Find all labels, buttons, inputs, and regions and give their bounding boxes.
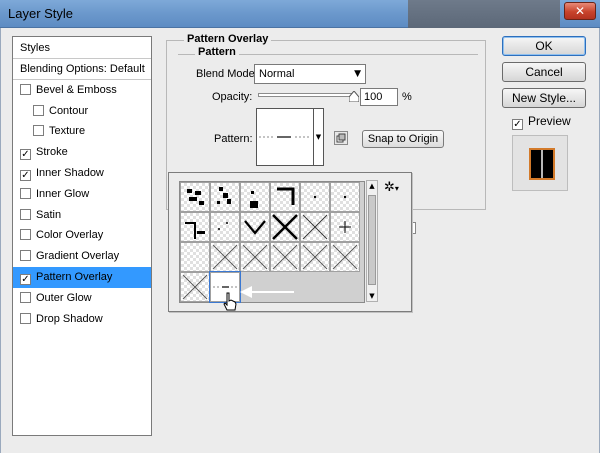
style-item-pattern-overlay[interactable]: ✓ Pattern Overlay bbox=[13, 266, 151, 288]
style-checkbox[interactable] bbox=[20, 83, 31, 95]
blend-mode-label: Blend Mode: bbox=[196, 68, 258, 80]
styles-header[interactable]: Styles bbox=[13, 37, 151, 59]
style-item-label: Outer Glow bbox=[36, 291, 92, 304]
style-item-satin[interactable]: Satin bbox=[13, 205, 151, 226]
chevron-down-icon: ▼ bbox=[354, 69, 361, 79]
arrow-left-icon bbox=[240, 286, 294, 298]
pattern-dropdown-arrow[interactable]: ▼ bbox=[314, 108, 324, 166]
style-checkbox[interactable] bbox=[20, 291, 31, 303]
pattern-section-title: Pattern bbox=[195, 46, 239, 58]
style-checkbox[interactable]: ✓ bbox=[20, 273, 31, 285]
close-button[interactable]: ✕ bbox=[564, 2, 596, 20]
pattern-swatch-option[interactable] bbox=[180, 242, 210, 272]
style-checkbox[interactable]: ✓ bbox=[20, 149, 31, 161]
pattern-swatch-option[interactable] bbox=[330, 182, 360, 212]
pattern-swatch-option[interactable] bbox=[210, 212, 240, 242]
pattern-overlay-title: Pattern Overlay bbox=[184, 33, 272, 45]
style-item-label: Drop Shadow bbox=[36, 312, 103, 325]
pattern-swatch-option[interactable] bbox=[210, 242, 240, 272]
opacity-input[interactable]: 100 bbox=[360, 88, 398, 106]
style-checkbox[interactable] bbox=[20, 312, 31, 324]
pattern-swatch-option[interactable] bbox=[330, 212, 360, 242]
style-item-label: Inner Shadow bbox=[36, 166, 104, 179]
preview-label: Preview bbox=[528, 114, 571, 128]
style-item-texture[interactable]: Texture bbox=[13, 121, 151, 142]
dash-pattern-preview bbox=[259, 136, 311, 138]
style-item-contour[interactable]: Contour bbox=[13, 101, 151, 122]
pattern-swatch[interactable] bbox=[256, 108, 314, 166]
picker-scroll-thumb[interactable] bbox=[368, 195, 376, 285]
style-checkbox[interactable] bbox=[33, 125, 44, 137]
style-item-label: Color Overlay bbox=[36, 229, 104, 242]
window-title: Layer Style bbox=[8, 6, 74, 21]
style-item-label: Pattern Overlay bbox=[36, 270, 113, 283]
preview-checkbox[interactable]: ✓ bbox=[512, 119, 523, 130]
pattern-swatch-option[interactable] bbox=[300, 242, 330, 272]
pattern-swatch-option[interactable] bbox=[300, 182, 330, 212]
preview-thumbnail bbox=[529, 148, 555, 180]
new-style-button[interactable]: New Style... bbox=[502, 88, 586, 108]
pattern-swatch-option[interactable] bbox=[270, 212, 300, 242]
title-bar: Layer Style ✕ bbox=[0, 0, 600, 28]
blend-mode-select[interactable]: Normal ▼ bbox=[254, 64, 366, 84]
style-item-gradient-overlay[interactable]: Gradient Overlay bbox=[13, 246, 151, 267]
style-item-outer-glow[interactable]: Outer Glow bbox=[13, 288, 151, 309]
style-checkbox[interactable] bbox=[20, 229, 31, 241]
title-bar-overlay bbox=[408, 0, 560, 28]
pattern-swatch-option[interactable] bbox=[270, 182, 300, 212]
style-item-label: Stroke bbox=[36, 146, 68, 159]
style-checkbox[interactable] bbox=[20, 208, 31, 220]
pattern-swatch-option[interactable] bbox=[300, 212, 330, 242]
pattern-swatch-option[interactable] bbox=[240, 212, 270, 242]
style-item-bevel-emboss[interactable]: Bevel & Emboss bbox=[13, 80, 151, 101]
blend-mode-value: Normal bbox=[259, 68, 295, 80]
style-item-label: Texture bbox=[49, 125, 86, 138]
scroll-down-icon[interactable]: ▼ bbox=[367, 291, 377, 301]
pattern-label: Pattern: bbox=[214, 133, 253, 145]
hand-cursor-icon bbox=[223, 292, 237, 311]
style-item-label: Gradient Overlay bbox=[36, 250, 120, 263]
opacity-slider-track[interactable] bbox=[258, 93, 354, 97]
cancel-button[interactable]: Cancel bbox=[502, 62, 586, 82]
style-checkbox[interactable] bbox=[33, 104, 44, 116]
style-item-drop-shadow[interactable]: Drop Shadow bbox=[13, 309, 151, 330]
style-preview bbox=[512, 135, 568, 191]
style-item-inner-glow[interactable]: Inner Glow bbox=[13, 184, 151, 205]
opacity-label: Opacity: bbox=[212, 91, 253, 103]
style-item-color-overlay[interactable]: Color Overlay bbox=[13, 225, 151, 246]
preview-toggle[interactable]: ✓ Preview bbox=[512, 114, 571, 130]
pattern-swatch-option[interactable] bbox=[180, 272, 210, 302]
picker-scrollbar[interactable]: ▲ ▼ bbox=[366, 180, 378, 302]
pattern-swatch-option[interactable] bbox=[270, 242, 300, 272]
opacity-slider-thumb[interactable] bbox=[349, 91, 359, 102]
blending-options-item[interactable]: Blending Options: Default bbox=[13, 59, 151, 80]
style-item-label: Satin bbox=[36, 208, 62, 221]
pattern-swatch-option[interactable] bbox=[240, 182, 270, 212]
pattern-swatch-option[interactable] bbox=[180, 182, 210, 212]
scroll-up-icon[interactable]: ▲ bbox=[367, 181, 377, 191]
pattern-swatch-option[interactable] bbox=[330, 242, 360, 272]
style-checkbox[interactable] bbox=[20, 250, 31, 262]
style-item-label: Bevel & Emboss bbox=[36, 83, 117, 96]
pattern-swatch-option[interactable] bbox=[210, 182, 240, 212]
new-pattern-preset-icon[interactable] bbox=[334, 131, 348, 145]
snap-to-origin-button[interactable]: Snap to Origin bbox=[362, 130, 444, 148]
style-item-label: Contour bbox=[49, 104, 89, 117]
gear-icon[interactable]: ✲▾ bbox=[384, 180, 399, 195]
style-checkbox[interactable] bbox=[20, 187, 31, 199]
ok-button[interactable]: OK bbox=[502, 36, 586, 56]
style-item-label: Inner Glow bbox=[36, 187, 90, 200]
pattern-swatch-option[interactable] bbox=[180, 212, 210, 242]
style-item-stroke[interactable]: ✓ Stroke bbox=[13, 142, 151, 163]
style-checkbox[interactable]: ✓ bbox=[20, 169, 31, 181]
opacity-unit: % bbox=[402, 91, 412, 103]
pattern-swatch-option[interactable] bbox=[240, 242, 270, 272]
style-item-inner-shadow[interactable]: ✓ Inner Shadow bbox=[13, 163, 151, 184]
styles-list: Styles Blending Options: Default Bevel &… bbox=[12, 36, 152, 436]
